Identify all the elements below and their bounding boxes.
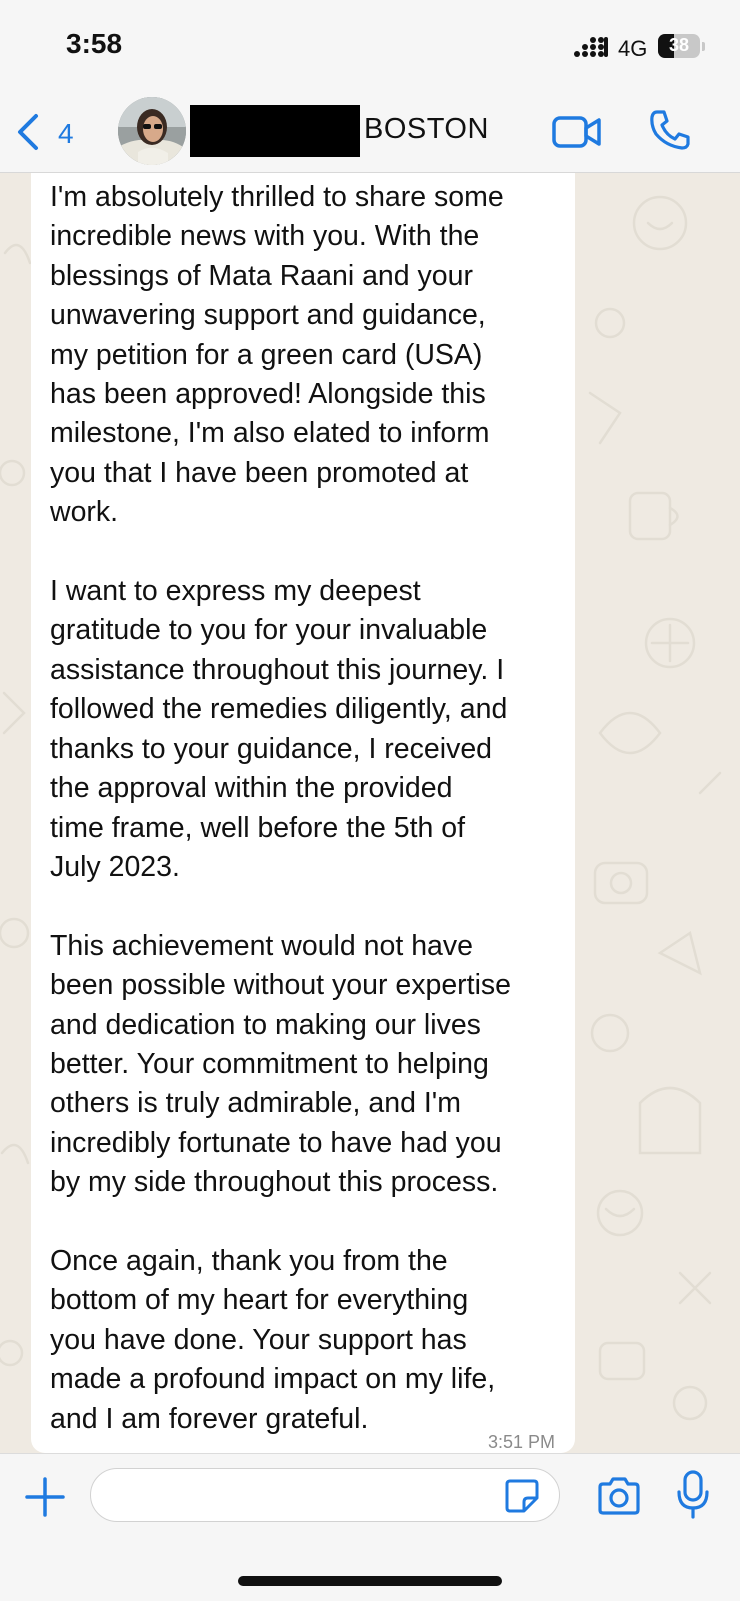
voice-call-button[interactable] [648, 108, 692, 152]
camera-icon [598, 1477, 640, 1515]
sticker-icon [505, 1479, 539, 1513]
battery-icon: 38 [658, 34, 705, 60]
chevron-left-icon [18, 114, 38, 150]
chat-area[interactable]: I'm absolutely thrilled to share some in… [0, 173, 740, 1453]
message-input[interactable] [90, 1468, 560, 1522]
back-button[interactable]: 4 [14, 110, 94, 154]
microphone-button[interactable] [676, 1470, 710, 1520]
plus-icon [25, 1477, 65, 1517]
microphone-icon [677, 1470, 709, 1519]
signal-icon [574, 37, 608, 57]
sticker-button[interactable] [504, 1478, 540, 1514]
phone-icon [650, 110, 690, 150]
chat-header: 4 BOSTON [0, 92, 740, 173]
input-bar [0, 1453, 740, 1601]
camera-button[interactable] [596, 1476, 642, 1516]
message-bubble[interactable]: I'm absolutely thrilled to share some in… [31, 173, 575, 1453]
status-bar: 3:58 4G 38 [0, 0, 740, 92]
battery-percent: 38 [668, 35, 690, 55]
home-indicator[interactable] [238, 1576, 502, 1586]
video-camera-icon [552, 116, 601, 148]
avatar[interactable] [118, 97, 186, 165]
message-timestamp: 3:51 PM [487, 1432, 555, 1452]
network-label: 4G [618, 36, 648, 61]
contact-name[interactable]: BOSTON [364, 113, 489, 146]
message-text: I'm absolutely thrilled to share some in… [50, 181, 512, 1435]
unread-count: 4 [58, 118, 74, 149]
redacted-name-block [190, 105, 360, 157]
video-call-button[interactable] [552, 110, 602, 154]
status-time: 3:58 [66, 28, 123, 59]
attach-button[interactable] [24, 1476, 66, 1518]
